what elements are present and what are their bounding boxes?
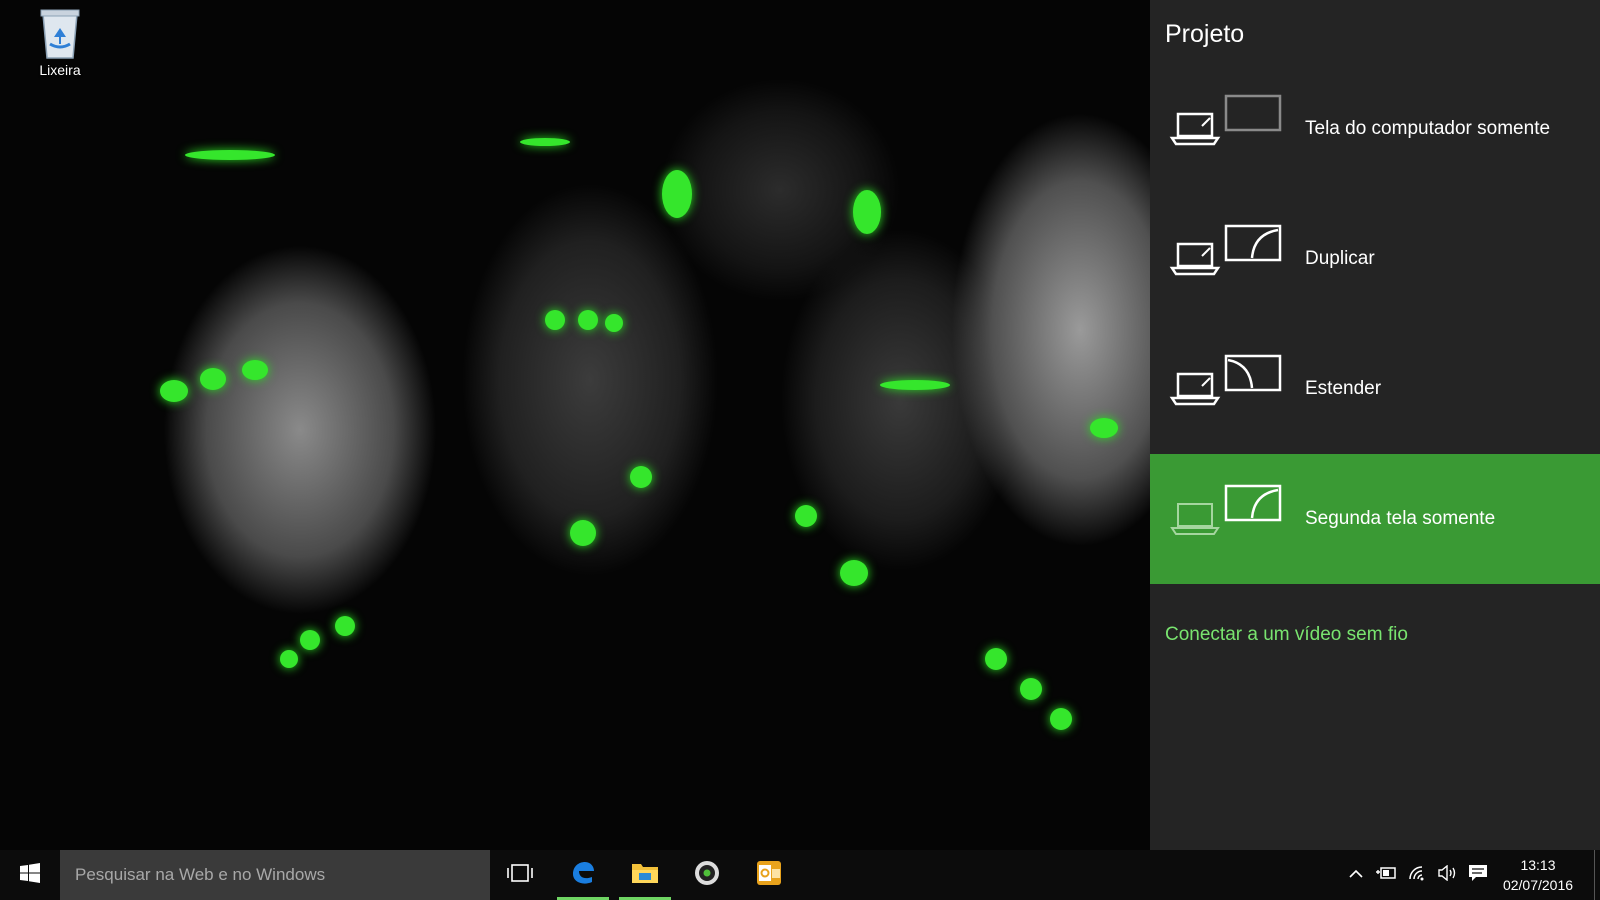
power-icon [1375,865,1397,886]
outlook-icon [755,859,783,892]
file-explorer-icon [631,861,659,890]
media-app-icon [693,859,721,892]
edge-icon [570,860,596,891]
wallpaper-spot [570,520,596,546]
taskbar: Pesquisar na Web e no Windows 13:13 02/0… [0,850,1600,900]
option-label: Estender [1305,378,1382,399]
wallpaper-spot [185,150,275,160]
pc-screen-only-icon [1168,94,1288,154]
wallpaper-spot [985,648,1007,670]
clock-time: 13:13 [1520,857,1556,873]
wallpaper-spot [605,314,623,332]
wallpaper-spot [280,650,298,668]
wallpaper-spot [840,560,868,586]
wallpaper-spot [545,310,565,330]
wallpaper-spot [160,380,188,402]
chevron-up-icon [1349,866,1363,884]
wallpaper-spot [242,360,268,380]
action-center-button[interactable] [1464,850,1492,900]
wallpaper-spot [662,170,692,218]
desktop-icon-recycle-bin[interactable]: Lixeira [20,6,100,92]
wallpaper-spot [578,310,598,330]
option-label: Tela do computador somente [1305,118,1551,139]
show-desktop-button[interactable] [1594,850,1600,900]
wallpaper-spot [335,616,355,636]
wallpaper-spot [1050,708,1072,730]
search-box[interactable]: Pesquisar na Web e no Windows [60,850,490,900]
wallpaper-spot [880,380,950,390]
wallpaper-spot [853,190,881,234]
clock-date: 02/07/2016 [1502,877,1574,893]
volume-icon [1438,864,1458,886]
windows-logo-icon [20,862,40,888]
wallpaper-spot [795,505,817,527]
recycle-bin-icon [37,6,83,60]
duplicate-icon [1168,224,1288,284]
volume-tray-button[interactable] [1434,850,1462,900]
second-screen-only-icon [1168,484,1288,544]
option-duplicate[interactable]: Duplicar [1150,194,1600,324]
desktop-icon-label: Lixeira [39,62,81,78]
outlook-taskbar-button[interactable] [743,850,795,900]
connect-wireless-display-link[interactable]: Conectar a um vídeo sem fio [1165,624,1408,646]
wallpaper-spot [520,138,570,146]
task-view-icon [507,863,533,887]
option-label: Duplicar [1305,248,1375,269]
notification-icon [1468,864,1488,887]
extend-icon [1168,354,1288,414]
wallpaper-spot [1020,678,1042,700]
edge-taskbar-button[interactable] [557,850,609,900]
option-label: Segunda tela somente [1305,508,1496,529]
wallpaper-spot [300,630,320,650]
option-pc-screen-only[interactable]: Tela do computador somente [1150,64,1600,194]
power-tray-button[interactable] [1372,850,1400,900]
network-tray-button[interactable] [1404,850,1432,900]
show-hidden-icons-button[interactable] [1342,850,1370,900]
wallpaper-spot [1090,418,1118,438]
panel-title: Projeto [1165,20,1245,48]
option-second-screen-only[interactable]: Segunda tela somente [1150,454,1600,584]
desktop-wallpaper: Lixeira [0,0,1150,850]
start-button[interactable] [0,850,60,900]
taskbar-clock[interactable]: 13:13 02/07/2016 [1490,850,1586,900]
project-panel: Projeto Tela do computador somente Dupli… [1150,0,1600,850]
wifi-icon [1408,865,1428,886]
media-app-taskbar-button[interactable] [681,850,733,900]
file-explorer-taskbar-button[interactable] [619,850,671,900]
task-view-button[interactable] [494,850,546,900]
wallpaper-spot [200,368,226,390]
wallpaper-spot [630,466,652,488]
option-extend[interactable]: Estender [1150,324,1600,454]
